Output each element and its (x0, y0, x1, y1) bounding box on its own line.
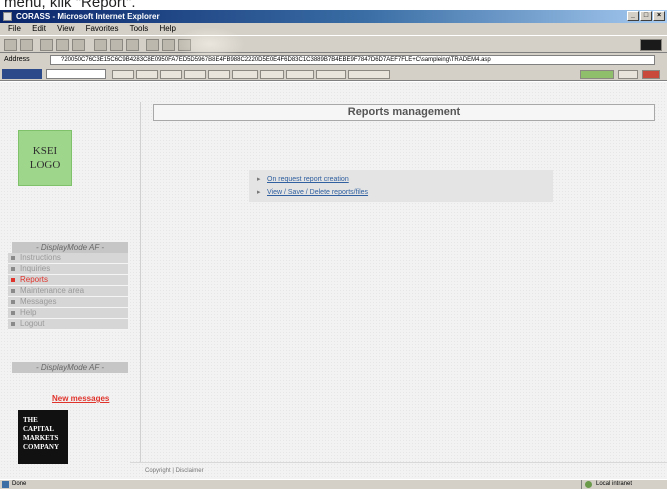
browser-toolbar (0, 35, 667, 53)
footer-divider (130, 462, 667, 463)
ie-icon (3, 12, 12, 21)
logo-text: CAPITAL (23, 425, 54, 433)
print-icon[interactable] (162, 39, 175, 51)
bullet-icon (11, 300, 15, 304)
window-title: CORASS - Microsoft Internet Explorer (16, 12, 160, 21)
nav-label: Maintenance area (20, 286, 85, 295)
links-button-10[interactable] (348, 70, 390, 79)
home-icon[interactable] (72, 39, 85, 51)
stop-icon[interactable] (40, 39, 53, 51)
bullet-icon (11, 256, 15, 260)
links-button-7[interactable] (260, 70, 284, 79)
ie-logo-icon (640, 39, 662, 51)
window-controls: _ □ × (627, 11, 665, 21)
menu-footer: - DisplayMode AF - (12, 362, 128, 373)
menu-edit[interactable]: Edit (32, 24, 46, 33)
logo-text: COMPANY (23, 443, 60, 451)
minimize-button[interactable]: _ (627, 11, 639, 21)
forward-icon[interactable] (20, 39, 33, 51)
links-input[interactable] (46, 69, 106, 79)
back-icon[interactable] (4, 39, 17, 51)
mail-icon[interactable] (146, 39, 159, 51)
page-title: Reports management (153, 104, 655, 121)
zone-label: Local intranet (596, 481, 633, 487)
page-icon (2, 481, 9, 488)
report-options-box: ▸ On request report creation ▸ View / Save… (249, 170, 553, 202)
nav-label: Messages (20, 297, 57, 306)
bullet-icon (11, 267, 15, 271)
view-save-delete-link[interactable]: ▸ View / Save / Delete reports/files (257, 187, 368, 199)
window-titlebar: CORASS - Microsoft Internet Explorer _ □… (0, 10, 667, 23)
links-button-6[interactable] (232, 70, 258, 79)
app-links-bar (0, 67, 667, 81)
address-input[interactable]: ?20050C76C3E15C6C9B4283C8E0950FA7ED5D596… (50, 55, 655, 65)
search-icon[interactable] (94, 39, 107, 51)
menu-bar: File Edit View Favorites Tools Help (0, 23, 667, 35)
menu-favorites[interactable]: Favorites (86, 24, 119, 33)
main-panel: Reports management ▸ On request report cr… (140, 102, 660, 462)
link-label: View / Save / Delete reports/files (267, 189, 369, 196)
menu-tools[interactable]: Tools (130, 24, 149, 33)
logo-line-2: LOGO (29, 159, 61, 171)
menu-header: - DisplayMode AF - (12, 242, 128, 253)
nav-item-logout[interactable]: Logout (8, 319, 128, 330)
nav-item-instructions[interactable]: Instructions (8, 253, 128, 264)
status-bar: Done Local intranet (0, 479, 667, 489)
close-button[interactable]: × (653, 11, 665, 21)
favorites-icon[interactable] (110, 39, 123, 51)
logo-line-1: KSEI (32, 145, 58, 157)
links-button-1[interactable] (112, 70, 134, 79)
bullet-icon (11, 289, 15, 293)
on-request-report-link[interactable]: ▸ On request report creation (257, 174, 349, 186)
nav-list: Instructions Inquiries Reports Maintenan… (8, 253, 128, 330)
link-label: On request report creation (267, 176, 349, 183)
nav-item-messages[interactable]: Messages (8, 297, 128, 308)
nav-item-help[interactable]: Help (8, 308, 128, 319)
logo-text: THE (23, 416, 38, 424)
arrow-right-icon: ▸ (257, 176, 261, 183)
nav-label: Help (20, 308, 37, 317)
nav-item-reports[interactable]: Reports (8, 275, 128, 286)
edit-icon[interactable] (178, 39, 191, 51)
nav-label: Inquiries (20, 264, 51, 273)
address-label: Address (4, 56, 30, 63)
security-zone: Local intranet (581, 480, 661, 489)
history-icon[interactable] (126, 39, 139, 51)
links-button-9[interactable] (316, 70, 346, 79)
status-text: Done (12, 481, 27, 487)
links-button-3[interactable] (160, 70, 182, 79)
nav-label: Reports (20, 275, 49, 284)
new-messages-link[interactable]: New messages (52, 394, 109, 403)
address-bar: Address ?20050C76C3E15C6C9B4283C8E0950FA… (0, 53, 667, 67)
arrow-right-icon: ▸ (257, 189, 261, 196)
links-button-2[interactable] (136, 70, 158, 79)
capital-markets-logo: THE CAPITAL MARKETS COMPANY (18, 410, 68, 464)
bullet-icon (11, 322, 15, 326)
page-content: KSEI LOGO - DisplayMode AF - Instruction… (0, 82, 667, 479)
copyright-links[interactable]: Copyright | Disclaimer (145, 468, 204, 474)
bullet-icon (11, 278, 15, 282)
sidebar: KSEI LOGO - DisplayMode AF - Instruction… (8, 82, 128, 479)
nav-item-inquiries[interactable]: Inquiries (8, 264, 128, 275)
ksei-logo: KSEI LOGO (18, 130, 72, 186)
links-button-5[interactable] (208, 70, 230, 79)
links-logo (2, 69, 42, 79)
links-button-11[interactable] (580, 70, 614, 79)
maximize-button[interactable]: □ (640, 11, 652, 21)
menu-help[interactable]: Help (160, 24, 176, 33)
nav-item-maintenance[interactable]: Maintenance area (8, 286, 128, 297)
refresh-icon[interactable] (56, 39, 69, 51)
links-button-12[interactable] (618, 70, 638, 79)
menu-file[interactable]: File (8, 24, 21, 33)
nav-label: Logout (20, 319, 45, 328)
links-button-4[interactable] (184, 70, 206, 79)
intranet-icon (585, 481, 592, 488)
menu-view[interactable]: View (57, 24, 74, 33)
logo-text: MARKETS (23, 434, 59, 442)
bullet-icon (11, 311, 15, 315)
links-button-8[interactable] (286, 70, 314, 79)
nav-label: Instructions (20, 253, 61, 262)
links-button-13[interactable] (642, 70, 660, 79)
